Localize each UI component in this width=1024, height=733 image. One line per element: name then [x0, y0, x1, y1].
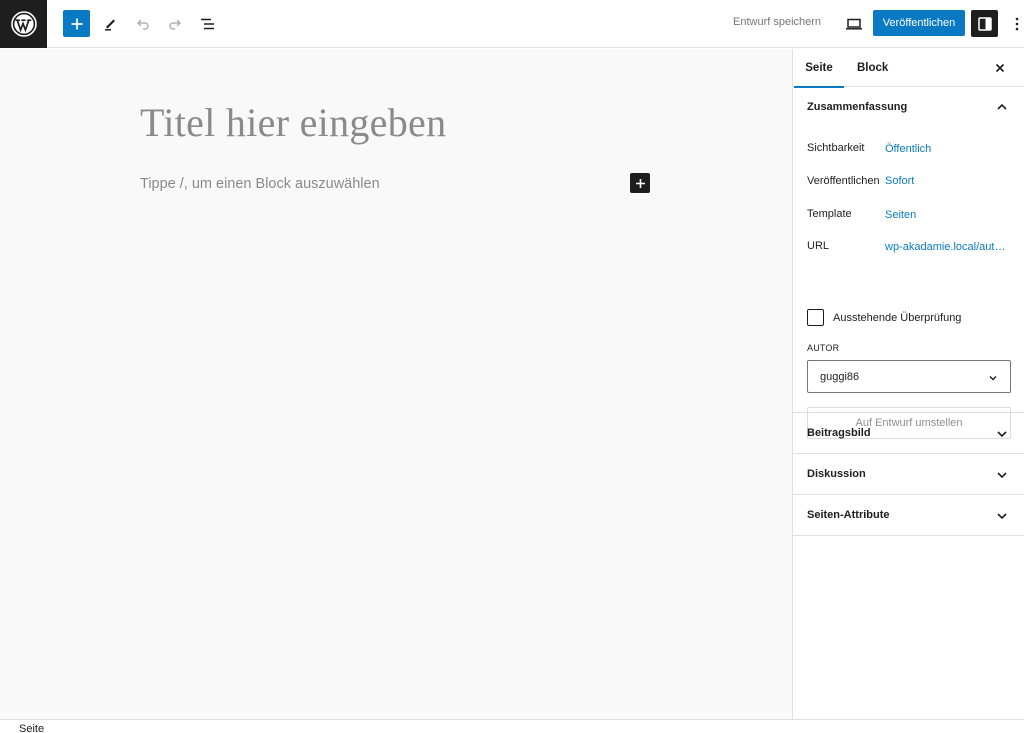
block-inserter-button[interactable] [63, 10, 90, 37]
publish-value[interactable]: Sofort [885, 175, 914, 187]
summary-panel: Zusammenfassung Sichtbarkeit Öffentlich … [793, 87, 1024, 439]
tab-page[interactable]: Seite [794, 49, 844, 88]
editor-canvas: Titel hier eingeben Tippe /, um einen Bl… [0, 49, 792, 719]
settings-sidebar-toggle[interactable] [971, 10, 998, 37]
close-icon [995, 63, 1005, 73]
page-attributes-panel[interactable]: Seiten-Attribute [793, 495, 1024, 536]
chevron-down-icon [987, 372, 999, 384]
block-breadcrumb-bar: Seite [0, 719, 1024, 733]
vertical-ellipsis-icon [1015, 17, 1019, 31]
page-attributes-label: Seiten-Attribute [807, 509, 890, 521]
list-view-icon [201, 18, 214, 30]
sidebar-icon [977, 16, 992, 31]
chevron-down-icon [994, 426, 1010, 442]
author-heading: AUTOR [807, 343, 840, 353]
discussion-label: Diskussion [807, 468, 866, 480]
tab-block[interactable]: Block [857, 49, 888, 87]
pending-review-checkbox[interactable] [807, 309, 824, 326]
publish-button[interactable]: Veröffentlichen [873, 10, 965, 36]
chevron-down-icon [994, 508, 1010, 524]
url-value[interactable]: wp-akadamie.local/aut… [885, 241, 1005, 253]
laptop-icon [846, 18, 862, 30]
save-draft-button[interactable]: Entwurf speichern [733, 16, 821, 28]
inline-block-inserter-button[interactable] [630, 173, 650, 193]
url-label: URL [807, 240, 830, 252]
discussion-panel[interactable]: Diskussion [793, 454, 1024, 495]
editor-top-toolbar: Entwurf speichern Veröffentlichen [0, 0, 1024, 48]
settings-sidebar: Seite Block Zusammenfassung Sichtbarkeit… [792, 49, 1024, 719]
template-value[interactable]: Seiten [885, 209, 916, 221]
list-view-button[interactable] [194, 10, 222, 38]
more-options-button[interactable] [1006, 12, 1024, 36]
default-block-appender[interactable]: Tippe /, um einen Block auszuwählen [140, 176, 380, 192]
summary-panel-toggle[interactable]: Zusammenfassung [807, 101, 907, 113]
tools-button[interactable] [96, 10, 124, 38]
publish-label: Veröffentlichen [807, 175, 880, 187]
breadcrumb-item-page[interactable]: Seite [19, 723, 44, 733]
plus-icon [635, 178, 645, 188]
undo-icon [137, 19, 149, 30]
pencil-icon [105, 19, 115, 31]
chevron-down-icon [994, 467, 1010, 483]
featured-image-panel[interactable]: Beitragsbild [793, 413, 1024, 454]
close-sidebar-button[interactable] [990, 58, 1010, 78]
redo-button[interactable] [161, 10, 189, 38]
plus-icon [71, 18, 82, 29]
undo-button[interactable] [129, 10, 157, 38]
visibility-value[interactable]: Öffentlich [885, 143, 931, 155]
sidebar-tabs: Seite Block [793, 49, 1024, 88]
author-select-value: guggi86 [820, 371, 860, 383]
author-select[interactable]: guggi86 [807, 360, 1011, 393]
preview-button[interactable] [841, 11, 867, 37]
template-label: Template [807, 208, 852, 220]
chevron-up-icon[interactable] [994, 99, 1010, 115]
visibility-label: Sichtbarkeit [807, 142, 865, 154]
featured-image-label: Beitragsbild [807, 427, 871, 439]
pending-review-label[interactable]: Ausstehende Überprüfung [833, 312, 961, 324]
redo-icon [169, 19, 181, 30]
post-title-input[interactable]: Titel hier eingeben [140, 99, 446, 146]
wordpress-logo-icon[interactable] [0, 0, 47, 48]
